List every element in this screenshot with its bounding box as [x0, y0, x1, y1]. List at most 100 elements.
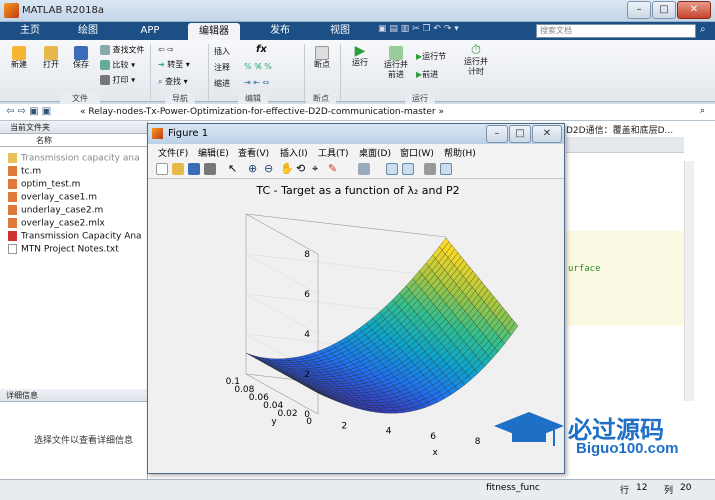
save-icon[interactable]	[188, 163, 200, 175]
editor-scrollbar[interactable]	[684, 161, 694, 401]
menu-edit[interactable]: 编辑(E)	[198, 146, 229, 159]
axis-line	[245, 253, 447, 278]
run-section-button[interactable]: ▶运行节	[416, 52, 446, 62]
open-icon[interactable]	[172, 163, 184, 175]
close-button[interactable]: ✕	[677, 1, 711, 19]
tab-view[interactable]: 视图	[318, 22, 362, 40]
run-time-button[interactable]: ⏱ 运行并计时	[462, 43, 490, 77]
hide-tools-icon[interactable]	[424, 163, 436, 175]
breakpoints-button[interactable]: 断点	[310, 46, 334, 70]
print-label: 打印	[112, 75, 129, 85]
x-tick-label: 8	[475, 437, 481, 447]
editor-tab[interactable]: D2D通信：覆盖和底层D...	[566, 123, 673, 136]
find-files-button[interactable]: 查找文件	[100, 45, 145, 56]
print-icon[interactable]	[204, 163, 216, 175]
zoom-in-icon[interactable]: ⊕	[248, 163, 260, 175]
figure-close-button[interactable]: ✕	[532, 125, 562, 143]
fx-button[interactable]: fx	[256, 45, 267, 55]
figure-minimize-button[interactable]: –	[486, 125, 508, 143]
run-advance-label: 运行并前进	[384, 60, 408, 79]
file-item[interactable]: underlay_case2.m	[8, 205, 103, 216]
brush-icon[interactable]: ✎	[328, 163, 340, 175]
search-icon[interactable]: ⌕	[700, 24, 706, 35]
x-tick-label: 6	[430, 432, 436, 442]
run-time-icon: ⏱	[470, 43, 482, 58]
file-item[interactable]: tc.m	[8, 166, 41, 177]
menu-insert[interactable]: 插入(I)	[280, 146, 308, 159]
menu-view[interactable]: 查看(V)	[238, 146, 269, 159]
save-button[interactable]: 保存	[68, 46, 94, 70]
new-button[interactable]: 新建	[6, 46, 32, 70]
file-item[interactable]: optim_test.m	[8, 179, 80, 190]
tab-apps[interactable]: APP	[128, 22, 172, 40]
menu-window[interactable]: 窗口(W)	[400, 146, 434, 159]
run-button[interactable]: ▶ 运行	[346, 44, 374, 68]
zoom-out-icon[interactable]: ⊖	[264, 163, 276, 175]
y-axis-label: y	[271, 417, 277, 427]
breakpoints-label: 断点	[314, 60, 330, 69]
nav-arrows[interactable]: ⇦ ⇨ ▣ ▣	[6, 106, 51, 117]
advance-label: 前进	[422, 70, 439, 79]
tab-publish[interactable]: 发布	[258, 22, 302, 40]
pointer-icon[interactable]: ↖	[228, 163, 240, 175]
data-cursor-icon[interactable]: ⌖	[312, 163, 324, 175]
figure-title-bar: Figure 1 – □ ✕	[148, 124, 564, 144]
back-forward-buttons[interactable]: ⇦ ⇨	[158, 45, 174, 55]
show-tools-icon[interactable]	[440, 163, 452, 175]
file-name: overlay_case1.m	[21, 192, 97, 203]
tab-home[interactable]: 主页	[8, 22, 52, 40]
compare-button[interactable]: 比较 ▾	[100, 60, 135, 71]
figure-maximize-button[interactable]: □	[509, 125, 531, 143]
m-file-icon	[8, 192, 17, 202]
find-button[interactable]: ⌕ 查找 ▾	[158, 77, 188, 87]
tab-editor[interactable]: 编辑器	[188, 23, 240, 40]
menu-desktop[interactable]: 桌面(D)	[359, 146, 391, 159]
open-button[interactable]: 打开	[38, 46, 64, 70]
search-input[interactable]: 搜索文档	[536, 24, 696, 38]
advance-button[interactable]: ▶前进	[416, 70, 438, 80]
z-tick-label: 6	[304, 290, 310, 300]
file-name: underlay_case2.m	[21, 205, 104, 216]
print-button[interactable]: 打印 ▾	[100, 75, 135, 86]
file-name: MTN Project Notes.txt	[21, 244, 119, 255]
rotate-icon[interactable]: ⟲	[296, 163, 308, 175]
z-tick-label: 4	[304, 330, 310, 340]
indent-icons[interactable]: ⇥ ⇤ ⇔	[244, 78, 269, 88]
row-value: 12	[636, 483, 648, 493]
m-file-icon	[8, 166, 17, 176]
file-item[interactable]: overlay_case1.m	[8, 192, 97, 203]
link-plot-icon[interactable]	[358, 163, 370, 175]
maximize-button[interactable]: □	[652, 1, 676, 19]
comment-icons[interactable]: % %̸ %	[244, 62, 272, 72]
minimize-button[interactable]: –	[627, 1, 651, 19]
run-advance-button[interactable]: 运行并前进	[380, 46, 412, 80]
group-run-label: 运行	[405, 93, 435, 104]
indent-button[interactable]: 缩进	[214, 79, 230, 89]
comment-button[interactable]: 注释	[214, 63, 230, 73]
colorbar-icon[interactable]	[386, 163, 398, 175]
file-item[interactable]: Transmission Capacity Ana	[8, 231, 142, 242]
search-folder-icon[interactable]: ⌕	[700, 106, 705, 116]
breakpoint-icon	[315, 46, 329, 60]
tab-plots[interactable]: 绘图	[66, 22, 110, 40]
mlx-file-icon	[8, 218, 17, 228]
row-label: 行	[620, 486, 630, 496]
group-edit-label: 编辑	[238, 93, 268, 104]
quick-access-toolbar[interactable]: ▣ ▤ ▥ ✂ ❐ ↶ ↷ ▾	[378, 24, 528, 38]
insert-button[interactable]: 插入	[214, 47, 230, 57]
file-item[interactable]: Transmission capacity ana	[8, 153, 140, 164]
menu-help[interactable]: 帮助(H)	[444, 146, 476, 159]
new-figure-icon[interactable]	[156, 163, 168, 175]
menu-tools[interactable]: 工具(T)	[318, 146, 349, 159]
pan-icon[interactable]: ✋	[280, 163, 294, 175]
x-tick-label: 2	[341, 422, 347, 432]
menu-file[interactable]: 文件(F)	[158, 146, 188, 159]
file-item[interactable]: MTN Project Notes.txt	[8, 244, 119, 255]
axis-line	[245, 213, 319, 255]
find-files-label: 查找文件	[112, 45, 145, 55]
file-item[interactable]: overlay_case2.mlx	[8, 218, 105, 229]
current-path[interactable]: « Relay-nodes-Tx-Power-Optimization-for-…	[80, 107, 444, 117]
legend-icon[interactable]	[402, 163, 414, 175]
goto-button[interactable]: ➜ 转至 ▾	[158, 60, 190, 70]
name-column-header[interactable]: 名称	[0, 134, 147, 147]
